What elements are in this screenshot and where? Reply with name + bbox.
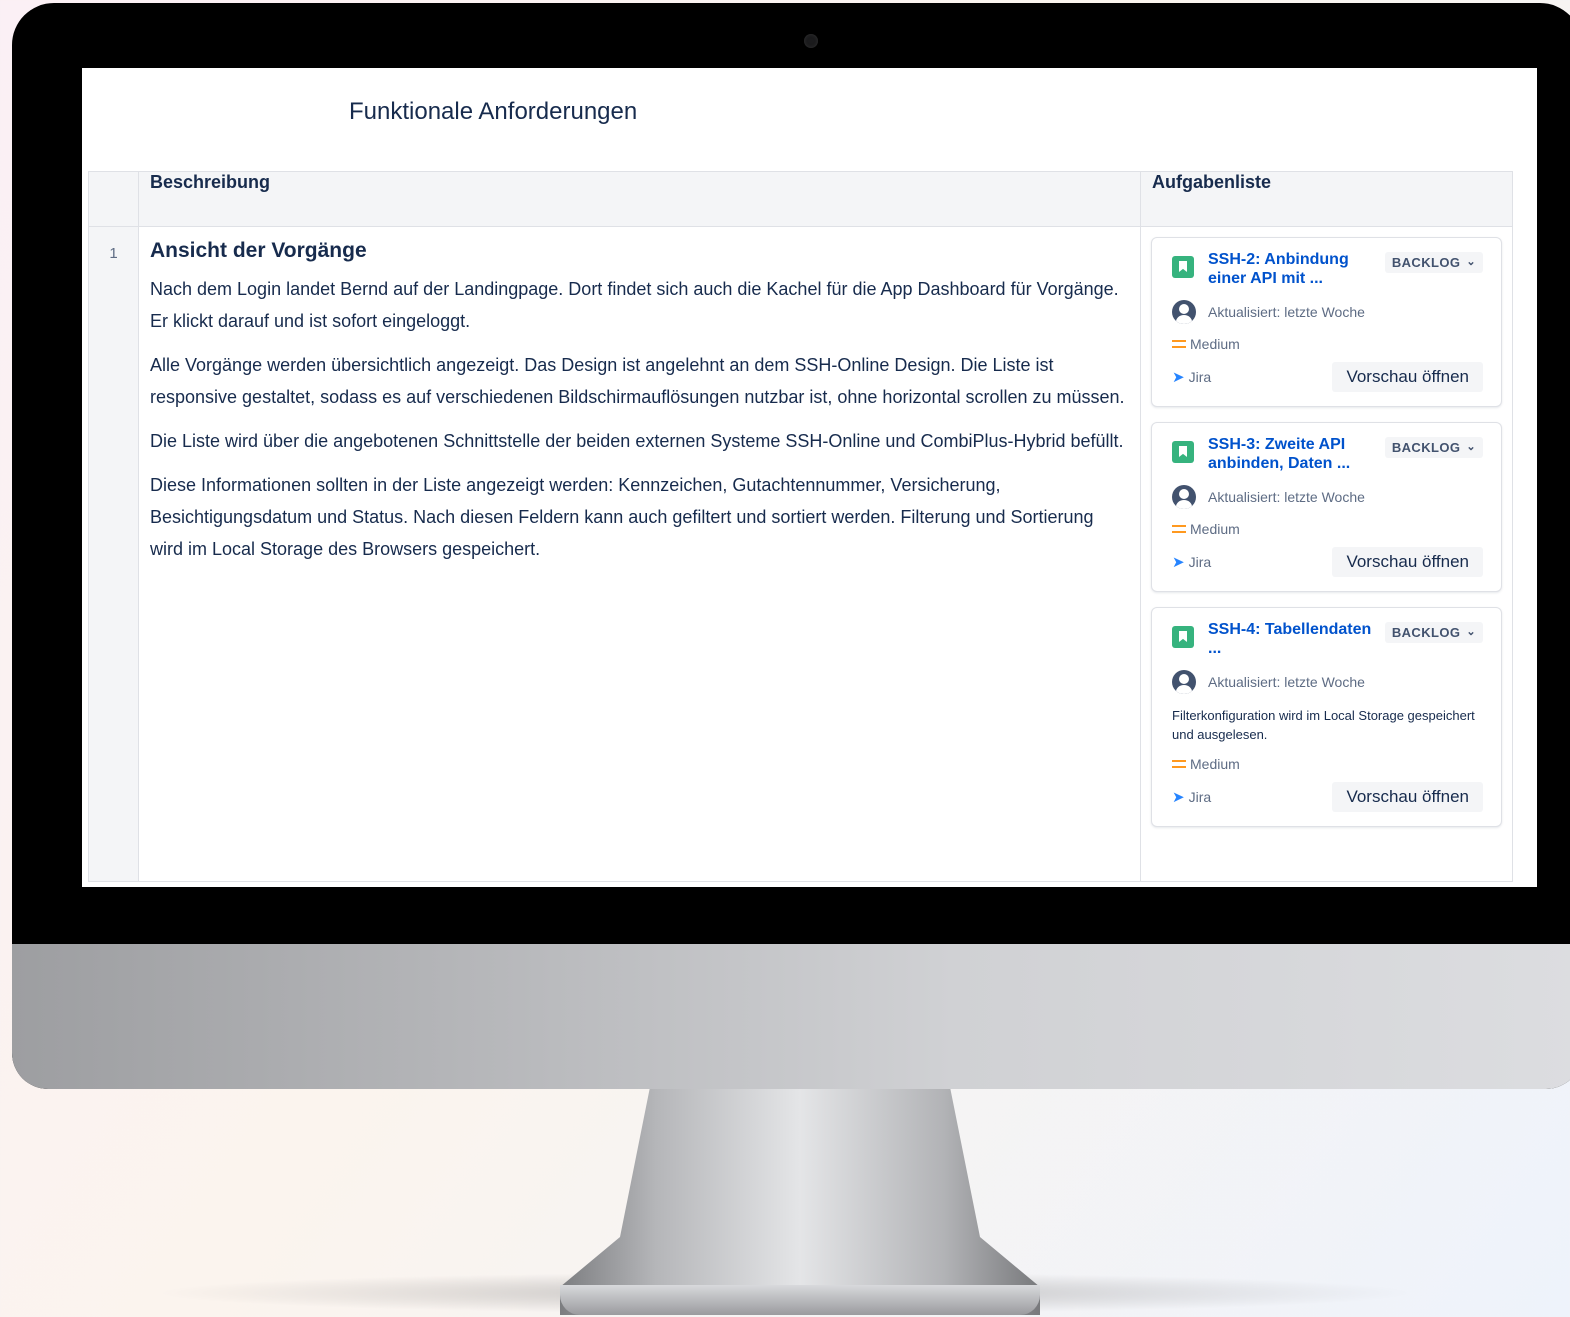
status-label: BACKLOG [1391,255,1461,270]
updated-label: Aktualisiert: letzte Woche [1208,304,1365,320]
table-header-row: Beschreibung Aufgabenliste [88,171,1513,227]
updated-label: Aktualisiert: letzte Woche [1208,489,1365,505]
status-label: BACKLOG [1391,440,1461,455]
monitor-stand-foot [560,1285,1040,1315]
medium-priority-icon [1172,760,1186,768]
requirement-paragraph: Diese Informationen sollten in der Liste… [150,475,1094,559]
chevron-down-icon: ⌄ [1466,626,1476,638]
page-title: Funktionale Anforderungen [349,98,638,125]
priority-label: Medium [1190,756,1240,772]
open-preview-button[interactable]: Vorschau öffnen [1332,782,1483,812]
table-row: 1 Ansicht der Vorgänge Nach dem Login la… [88,226,1513,882]
source-label: Jira [1188,369,1212,385]
task-link[interactable]: SSH-2: Anbindung einer API mit ... [1208,250,1385,288]
source-label: Jira [1188,789,1212,805]
story-icon [1172,626,1194,648]
medium-priority-icon [1172,525,1186,533]
task-card-ssh-3: SSH-3: Zweite API anbinden, Daten ... BA… [1151,422,1502,592]
requirement-description: Ansicht der Vorgänge Nach dem Login land… [138,226,1141,882]
header-number [88,171,139,227]
story-icon [1172,256,1194,278]
camera-icon [804,34,818,48]
status-dropdown[interactable]: BACKLOG ⌄ [1384,252,1483,273]
jira-icon: ➤ [1172,788,1185,806]
avatar-icon [1172,485,1196,509]
jira-icon: ➤ [1172,553,1185,571]
avatar-icon [1172,670,1196,694]
status-dropdown[interactable]: BACKLOG ⌄ [1384,437,1483,458]
task-summary: Filterkonfiguration wird im Local Storag… [1172,708,1475,742]
monitor-stand [560,1087,1040,1315]
chevron-down-icon: ⌄ [1466,256,1476,268]
requirement-paragraph: Nach dem Login landet Bernd auf der Land… [150,279,1119,331]
requirement-paragraph: Alle Vorgänge werden übersichtlich angez… [150,355,1125,407]
avatar-icon [1172,300,1196,324]
screen: Funktionale Anforderungen Beschreibung A… [82,68,1537,887]
story-icon [1172,441,1194,463]
status-label: BACKLOG [1391,625,1461,640]
priority-label: Medium [1190,521,1240,537]
task-card-ssh-2: SSH-2: Anbindung einer API mit ... BACKL… [1151,237,1502,407]
monitor-frame: Funktionale Anforderungen Beschreibung A… [12,3,1570,1089]
open-preview-button[interactable]: Vorschau öffnen [1332,547,1483,577]
source-label: Jira [1188,554,1212,570]
priority-label: Medium [1190,336,1240,352]
updated-label: Aktualisiert: letzte Woche [1208,674,1365,690]
task-link[interactable]: SSH-3: Zweite API anbinden, Daten ... [1208,435,1385,473]
requirement-heading: Ansicht der Vorgänge [150,239,367,262]
header-description: Beschreibung [138,171,1141,227]
header-tasks: Aufgabenliste [1140,171,1513,227]
task-list: SSH-2: Anbindung einer API mit ... BACKL… [1140,226,1513,882]
medium-priority-icon [1172,340,1186,348]
task-card-ssh-4: SSH-4: Tabellendaten ... BACKLOG ⌄ Aktua… [1151,607,1502,827]
open-preview-button[interactable]: Vorschau öffnen [1332,362,1483,392]
chevron-down-icon: ⌄ [1466,441,1476,453]
row-number: 1 [88,226,139,882]
monitor-chin [12,944,1570,1089]
task-link[interactable]: SSH-4: Tabellendaten ... [1208,620,1385,658]
status-dropdown[interactable]: BACKLOG ⌄ [1384,622,1483,643]
requirement-paragraph: Die Liste wird über die angebotenen Schn… [150,431,1124,451]
requirements-table: Beschreibung Aufgabenliste 1 Ansicht der… [88,171,1513,882]
jira-icon: ➤ [1172,368,1185,386]
